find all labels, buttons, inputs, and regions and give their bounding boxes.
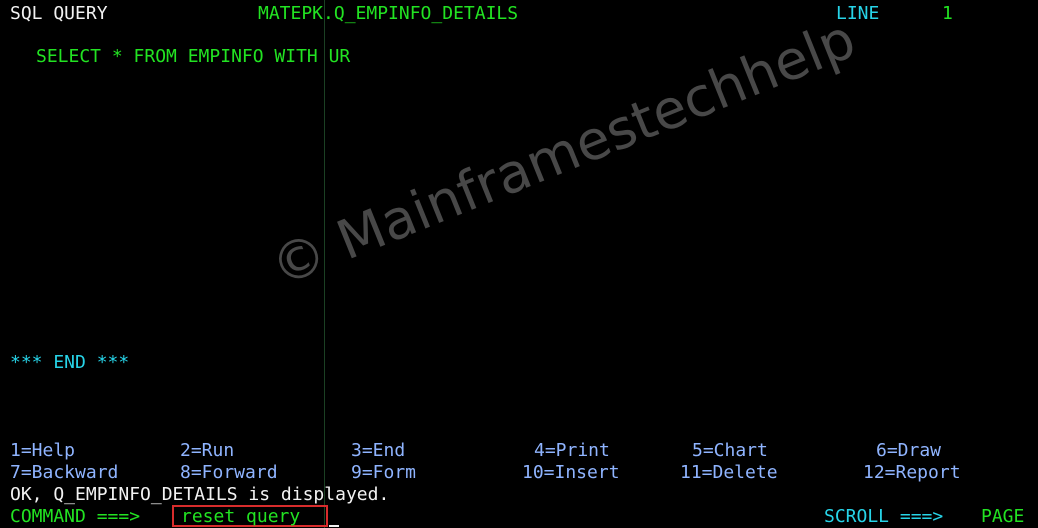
panel-title: SQL QUERY bbox=[10, 3, 108, 24]
pf11-delete[interactable]: 11=Delete bbox=[680, 462, 778, 484]
pf3-end[interactable]: 3=End bbox=[351, 440, 405, 462]
terminal-screen: SQL QUERY MATEPK.Q_EMPINFO_DETAILS LINE … bbox=[0, 0, 1038, 528]
pf10-insert[interactable]: 10=Insert bbox=[522, 462, 620, 484]
end-marker: *** END *** bbox=[10, 352, 130, 373]
text-cursor bbox=[329, 505, 339, 527]
command-input[interactable]: reset query bbox=[181, 506, 300, 528]
pf4-print[interactable]: 4=Print bbox=[534, 440, 610, 462]
pf1-help[interactable]: 1=Help bbox=[10, 440, 75, 462]
pf12-report[interactable]: 12=Report bbox=[863, 462, 961, 484]
column-divider bbox=[324, 0, 325, 528]
pf8-forward[interactable]: 8=Forward bbox=[180, 462, 278, 484]
scroll-label: SCROLL ===> bbox=[824, 506, 944, 527]
scroll-value[interactable]: PAGE bbox=[981, 506, 1024, 528]
watermark: © Mainframestechhelp bbox=[262, 7, 864, 299]
query-name: MATEPK.Q_EMPINFO_DETAILS bbox=[258, 3, 519, 24]
line-number: 1 bbox=[942, 3, 953, 24]
status-message: OK, Q_EMPINFO_DETAILS is displayed. bbox=[10, 484, 390, 505]
pf9-form[interactable]: 9=Form bbox=[351, 462, 416, 484]
line-label: LINE bbox=[836, 3, 880, 24]
pf2-run[interactable]: 2=Run bbox=[180, 440, 234, 462]
pf6-draw[interactable]: 6=Draw bbox=[876, 440, 941, 462]
command-label: COMMAND ===> bbox=[10, 506, 141, 527]
pf7-backward[interactable]: 7=Backward bbox=[10, 462, 118, 484]
sql-query-text[interactable]: SELECT * FROM EMPINFO WITH UR bbox=[36, 46, 350, 68]
pf5-chart[interactable]: 5=Chart bbox=[692, 440, 768, 462]
